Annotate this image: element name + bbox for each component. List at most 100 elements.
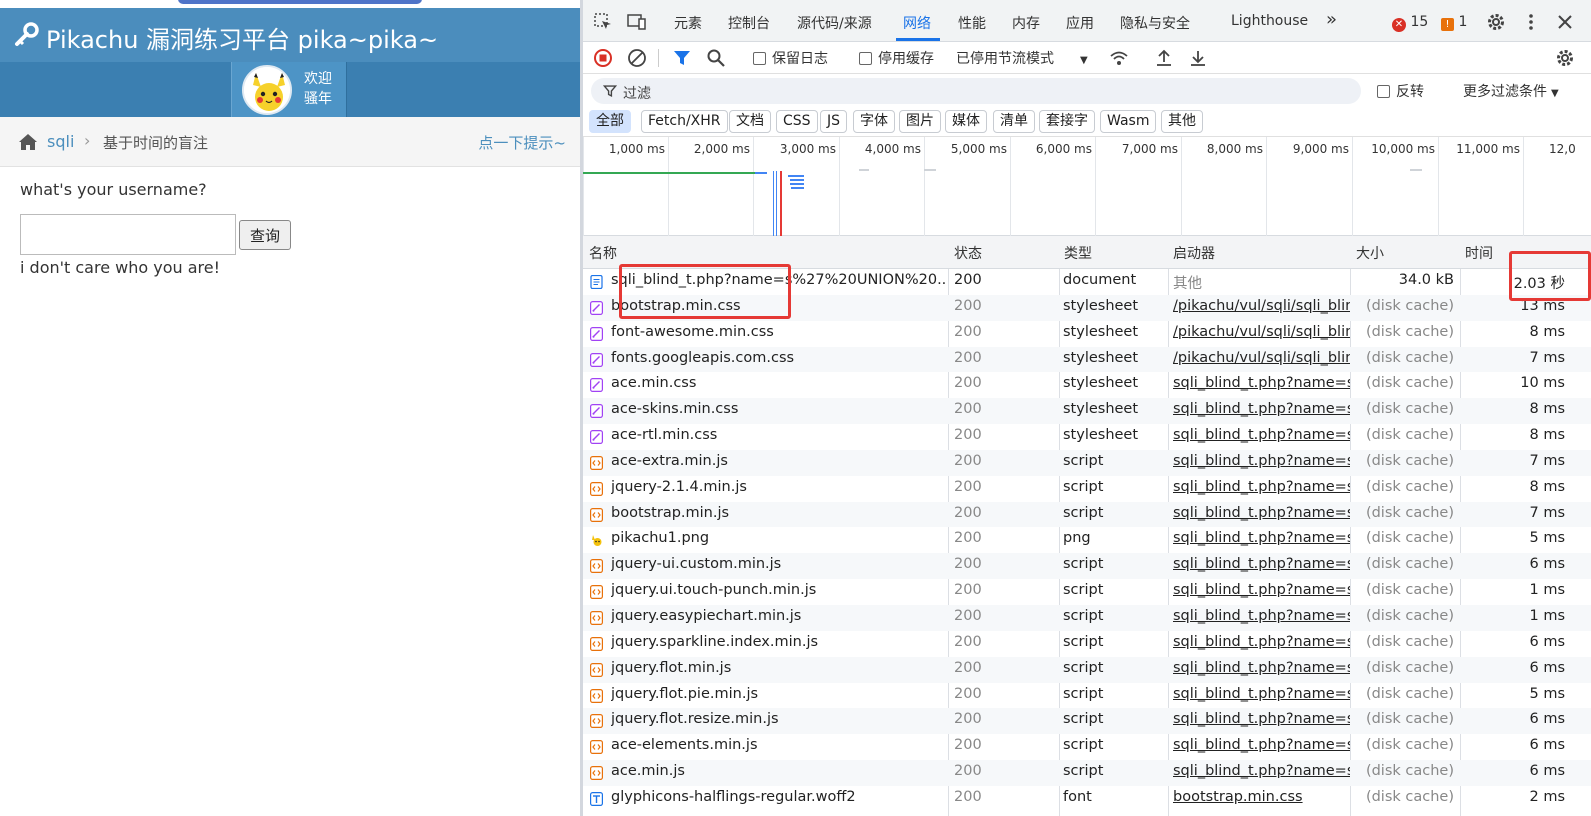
- throttling-select[interactable]: 已停用节流模式 ▼: [956, 48, 1088, 68]
- more-filters-dropdown[interactable]: 更多过滤条件 ▼: [1463, 81, 1559, 101]
- table-row[interactable]: glyphicons-halflings-regular.woff2 200 fon…: [583, 786, 1591, 812]
- table-row[interactable]: jquery.ui.touch-punch.min.js 200 script sql…: [583, 579, 1591, 605]
- filter-input[interactable]: 过滤: [591, 78, 1361, 104]
- type-filter-socket[interactable]: 套接字: [1039, 110, 1095, 133]
- column-header-status[interactable]: 状态: [954, 243, 982, 263]
- request-name[interactable]: ace-rtl.min.css: [611, 427, 945, 443]
- type-filter-doc[interactable]: 文档: [729, 110, 771, 133]
- request-initiator[interactable]: sqli_blind_t.php?name=s: [1173, 375, 1350, 391]
- tab-privacy-security[interactable]: 隐私与安全: [1120, 13, 1190, 33]
- column-header-name[interactable]: 名称: [589, 243, 617, 263]
- table-row[interactable]: ace-extra.min.js 200 script sqli_blind_t.ph…: [583, 449, 1591, 476]
- request-name[interactable]: font-awesome.min.css: [611, 324, 945, 340]
- type-filter-font[interactable]: 字体: [853, 110, 895, 133]
- tab-network[interactable]: 网络: [903, 13, 931, 33]
- table-row[interactable]: fonts.googleapis.com.css 200 stylesheet/pi…: [583, 346, 1591, 373]
- table-row[interactable]: jquery.flot.min.js 200 script sqli_blind_t.…: [583, 656, 1591, 683]
- invert-checkbox[interactable]: 反转: [1377, 81, 1424, 101]
- request-initiator[interactable]: sqli_blind_t.php?name=s: [1173, 427, 1350, 443]
- hint-link[interactable]: 点一下提示~: [478, 132, 566, 153]
- column-header-time[interactable]: 时间: [1465, 243, 1493, 263]
- request-initiator[interactable]: sqli_blind_t.php?name=s: [1173, 634, 1350, 650]
- request-initiator[interactable]: sqli_blind_t.php?name=s: [1173, 763, 1350, 779]
- request-name[interactable]: jquery.flot.min.js: [611, 660, 945, 676]
- type-filter-fetch-xhr[interactable]: Fetch/XHR: [641, 110, 728, 133]
- search-icon[interactable]: [706, 48, 726, 68]
- kebab-menu-icon[interactable]: [1521, 12, 1541, 32]
- error-count-badge[interactable]: ✕ 15: [1392, 14, 1428, 32]
- table-row[interactable]: ace-skins.min.css 200 stylesheet sqli_blind…: [583, 398, 1591, 425]
- tab-elements[interactable]: 元素: [674, 13, 702, 33]
- request-initiator[interactable]: sqli_blind_t.php?name=s: [1173, 608, 1350, 624]
- type-filter-js[interactable]: JS: [820, 110, 848, 133]
- request-name[interactable]: jquery.flot.resize.min.js: [611, 711, 945, 727]
- request-initiator[interactable]: sqli_blind_t.php?name=s: [1173, 505, 1350, 521]
- type-filter-media[interactable]: 媒体: [945, 110, 987, 133]
- table-row[interactable]: jquery.flot.pie.min.js 200 script sqli_blin…: [583, 683, 1591, 709]
- request-name[interactable]: ace.min.js: [611, 763, 945, 779]
- table-row[interactable]: ace-rtl.min.css 200 stylesheet sqli_blind_t…: [583, 424, 1591, 450]
- request-name[interactable]: fonts.googleapis.com.css: [611, 350, 945, 366]
- type-filter-other[interactable]: 其他: [1161, 110, 1203, 133]
- table-row[interactable]: ace.min.css 200 stylesheet sqli_blind_t.php…: [583, 372, 1591, 398]
- tab-memory[interactable]: 内存: [1012, 13, 1040, 33]
- type-filter-css[interactable]: CSS: [776, 110, 818, 133]
- query-button[interactable]: 查询: [239, 220, 291, 250]
- clear-icon[interactable]: [627, 48, 647, 68]
- table-row[interactable]: pikachu1.png 200 png sqli_blind_t.php?name=…: [583, 527, 1591, 553]
- type-filter-wasm[interactable]: Wasm: [1100, 110, 1157, 133]
- type-filter-all[interactable]: 全部: [589, 110, 631, 133]
- request-initiator[interactable]: sqli_blind_t.php?name=s: [1173, 686, 1350, 702]
- request-initiator[interactable]: sqli_blind_t.php?name=s: [1173, 711, 1350, 727]
- table-row[interactable]: font-awesome.min.css 200 stylesheet/pikach…: [583, 321, 1591, 347]
- request-initiator[interactable]: sqli_blind_t.php?name=s: [1173, 556, 1350, 572]
- tab-lighthouse[interactable]: Lighthouse: [1231, 13, 1308, 29]
- request-name[interactable]: jquery-ui.custom.min.js: [611, 556, 945, 572]
- request-initiator[interactable]: /pikachu/vul/sqli/sqli_blin: [1173, 298, 1350, 314]
- request-name[interactable]: bootstrap.min.js: [611, 505, 945, 521]
- warning-count-badge[interactable]: ! 1: [1441, 14, 1467, 31]
- request-initiator[interactable]: sqli_blind_t.php?name=s: [1173, 660, 1350, 676]
- close-icon[interactable]: [1555, 12, 1575, 32]
- request-name[interactable]: pikachu1.png: [611, 530, 945, 546]
- type-filter-img[interactable]: 图片: [899, 110, 941, 133]
- tab-application[interactable]: 应用: [1066, 13, 1094, 33]
- preserve-log-checkbox[interactable]: 保留日志: [753, 48, 828, 68]
- network-conditions-icon[interactable]: [1109, 48, 1129, 68]
- request-initiator[interactable]: /pikachu/vul/sqli/sqli_blin: [1173, 324, 1350, 340]
- request-name[interactable]: ace-skins.min.css: [611, 401, 945, 417]
- table-row[interactable]: bootstrap.min.js 200 script sqli_blind_t.ph…: [583, 501, 1591, 528]
- download-icon[interactable]: [1188, 48, 1208, 68]
- home-icon[interactable]: [18, 133, 38, 151]
- more-tabs-icon[interactable]: »: [1326, 9, 1337, 30]
- request-name[interactable]: jquery-2.1.4.min.js: [611, 479, 945, 495]
- request-initiator[interactable]: /pikachu/vul/sqli/sqli_blin: [1173, 350, 1350, 366]
- column-header-size[interactable]: 大小: [1356, 243, 1384, 263]
- tab-sources[interactable]: 源代码/来源: [797, 13, 872, 33]
- breadcrumb-sqli-link[interactable]: sqli: [47, 132, 74, 151]
- request-name[interactable]: ace-extra.min.js: [611, 453, 945, 469]
- request-name[interactable]: ace-elements.min.js: [611, 737, 945, 753]
- table-row[interactable]: jquery.sparkline.index.min.js 200 script sq…: [583, 631, 1591, 657]
- request-initiator[interactable]: sqli_blind_t.php?name=s: [1173, 401, 1350, 417]
- table-row[interactable]: ace.min.js 200 script sqli_blind_t.php?name…: [583, 760, 1591, 786]
- request-name[interactable]: glyphicons-halflings-regular.woff2: [611, 789, 945, 805]
- request-name[interactable]: jquery.sparkline.index.min.js: [611, 634, 945, 650]
- tab-console[interactable]: 控制台: [728, 13, 770, 33]
- request-name[interactable]: jquery.easypiechart.min.js: [611, 608, 945, 624]
- request-initiator[interactable]: bootstrap.min.css: [1173, 789, 1350, 805]
- upload-icon[interactable]: [1154, 48, 1174, 68]
- network-settings-gear-icon[interactable]: [1555, 48, 1575, 68]
- table-row[interactable]: jquery.flot.resize.min.js 200 script sqli_b…: [583, 708, 1591, 735]
- device-toolbar-icon[interactable]: [627, 12, 647, 32]
- gear-icon[interactable]: [1486, 12, 1506, 32]
- table-row[interactable]: jquery-2.1.4.min.js 200 script sqli_blind_t…: [583, 476, 1591, 502]
- table-row[interactable]: jquery.easypiechart.min.js 200 script sqli_…: [583, 604, 1591, 631]
- request-name[interactable]: jquery.flot.pie.min.js: [611, 686, 945, 702]
- disable-cache-checkbox[interactable]: 停用缓存: [859, 48, 934, 68]
- inspect-element-icon[interactable]: [593, 12, 613, 32]
- timeline-overview[interactable]: 1,000 ms 2,000 ms 3,000 ms 4,000 ms 5,00…: [583, 137, 1591, 236]
- request-name[interactable]: jquery.ui.touch-punch.min.js: [611, 582, 945, 598]
- request-initiator[interactable]: sqli_blind_t.php?name=s: [1173, 737, 1350, 753]
- request-name[interactable]: ace.min.css: [611, 375, 945, 391]
